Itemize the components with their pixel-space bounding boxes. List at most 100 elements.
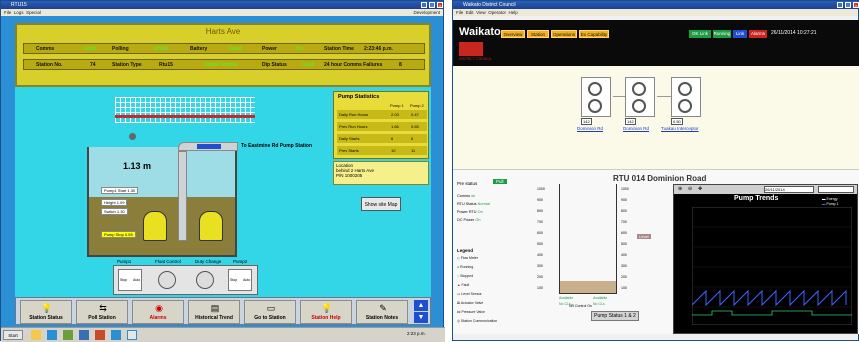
taskbar-app-icon[interactable] <box>127 330 137 340</box>
dip-status-value: Good <box>302 62 315 68</box>
close-icon[interactable]: x <box>853 2 859 8</box>
scroll-up-icon[interactable]: ▲ <box>414 300 428 311</box>
pump-2-icon[interactable] <box>199 211 223 241</box>
power-value: On <box>296 46 303 52</box>
pump-icon <box>678 99 692 113</box>
nav-overview[interactable]: Overview <box>501 30 525 38</box>
menu-logs[interactable]: Logs <box>14 10 24 15</box>
station-status-button[interactable]: 💡 Station Status <box>20 300 72 324</box>
show-site-map-button[interactable]: Show site Map <box>361 197 401 211</box>
start-button[interactable]: Start <box>3 330 23 340</box>
minimize-icon[interactable]: _ <box>837 2 843 8</box>
status-ok-link[interactable]: OK Link <box>689 30 711 38</box>
status-alarms[interactable]: Alarms <box>749 30 767 38</box>
pump-stage-1-value: 142 <box>581 118 592 125</box>
station-no-value: 74 <box>90 62 96 68</box>
pump-stage-3-link[interactable]: Tuakau Interceptor <box>661 126 699 131</box>
status-running[interactable]: Running <box>713 30 731 38</box>
menu-edit[interactable]: Edit <box>466 10 474 15</box>
pan-icon[interactable]: ✥ <box>698 186 702 192</box>
rtu-title: RTU 014 Dominion Road <box>613 174 707 183</box>
flow-meter-icon: ◇ <box>457 256 460 260</box>
menu-file[interactable]: File <box>4 10 11 15</box>
menu-development[interactable]: Development <box>413 9 443 16</box>
pump-stage-3[interactable] <box>671 77 701 117</box>
control-label-duty: Duty Change <box>195 259 222 264</box>
scroll-down-icon[interactable]: ▼ <box>414 312 428 323</box>
pump-stage-1-link[interactable]: Dominion Rd <box>577 126 603 131</box>
folder-icon: ▭ <box>266 303 276 313</box>
menu-help[interactable]: Help <box>509 10 518 15</box>
pump1-switch[interactable]: Stop Auto <box>118 269 142 291</box>
pre-status-value[interactable]: Pull <box>493 179 507 184</box>
nav-ex-capability[interactable]: Ex Capability <box>579 30 609 38</box>
pump-stage-2[interactable] <box>625 77 655 117</box>
pre-status-label: Pre status <box>457 181 478 186</box>
nav-station[interactable]: Station <box>527 30 549 38</box>
station-time-value: 2:23:46 p.m. <box>364 46 393 52</box>
taskbar-app-icon[interactable] <box>31 330 41 340</box>
float-control-dial-icon[interactable] <box>158 271 176 289</box>
brand-sub: DISTRICT COUNCIL <box>459 57 492 61</box>
header-datetime: 26/11/2014 10:27:21 <box>771 30 817 36</box>
menu-view[interactable]: View <box>476 10 486 15</box>
level-chart: 1000 900 800 700 600 500 400 300 200 100 1000 900 8… <box>537 184 667 306</box>
battery-label: Battery <box>190 46 208 52</box>
wet-well-fill <box>560 281 616 293</box>
menu-special[interactable]: Special <box>26 10 41 15</box>
maximize-icon[interactable]: □ <box>429 2 435 8</box>
minimize-icon[interactable]: _ <box>421 2 427 8</box>
trend-range-select[interactable] <box>818 186 854 193</box>
pump-status-button[interactable]: Pump Status 1 & 2 <box>591 311 639 321</box>
level-axis-right: 1000 900 800 700 600 500 400 300 200 100 <box>621 187 629 290</box>
poll-station-button[interactable]: ⇆ Poll Station <box>76 300 128 324</box>
app-header: Waikato DISTRICT COUNCIL Overview Statio… <box>453 20 859 66</box>
pump-stats-row: Prev Run Hours 1.66 0.65 <box>337 122 427 131</box>
railing-grid <box>115 97 255 123</box>
control-label-pump2: Pump2 <box>233 259 248 264</box>
flow-arrow-icon <box>197 144 221 149</box>
taskbar-app-icon[interactable] <box>47 330 57 340</box>
historical-trend-button[interactable]: ▤ Historical Trend <box>188 300 240 324</box>
float-switch-icon <box>129 133 136 140</box>
station-status-value: Station Normal <box>204 62 238 68</box>
power-label: Power <box>262 46 278 52</box>
taskbar-app-icon[interactable] <box>111 330 121 340</box>
pump-stage-2-link[interactable]: Dominion Rd <box>623 126 649 131</box>
station-help-button[interactable]: 💡 Station Help <box>300 300 352 324</box>
menu-operator[interactable]: Operator <box>488 10 506 15</box>
brand-logo-icon <box>459 42 483 56</box>
pump-1-icon[interactable] <box>143 211 167 241</box>
close-icon[interactable]: x <box>437 2 443 8</box>
pump-stats-row: Daily Starts 6 6 <box>337 134 427 143</box>
go-to-station-button[interactable]: ▭ Go to Station <box>244 300 296 324</box>
nav-operations[interactable]: Operations <box>551 30 577 38</box>
menu-bar: File Edit View Operator Help <box>453 9 858 16</box>
pump2-switch[interactable]: Stop Auto <box>228 269 252 291</box>
battery-value: Good <box>229 46 242 52</box>
station-notes-button[interactable]: ✎ Station Notes <box>356 300 408 324</box>
taskbar-app-icon[interactable] <box>63 330 73 340</box>
pump-stage-1[interactable] <box>581 77 611 117</box>
maximize-icon[interactable]: □ <box>845 2 851 8</box>
station-name: Harts Ave <box>205 27 241 36</box>
location-line2: P/N 1000205 <box>336 173 363 179</box>
fault-icon: ▲ <box>457 283 461 287</box>
zoom-in-icon[interactable]: ⊕ <box>678 186 682 192</box>
duty-change-dial-icon[interactable] <box>196 271 214 289</box>
comms-label: Comms <box>36 46 55 52</box>
zoom-out-icon[interactable]: ⊖ <box>688 186 692 192</box>
available-1: Available <box>559 296 574 300</box>
menu-file[interactable]: File <box>456 10 463 15</box>
station-type-label: Station Type <box>112 62 142 68</box>
alarms-button[interactable]: ◉ Alarms <box>132 300 184 324</box>
station-no-label: Station No. <box>36 62 63 68</box>
pump-stage-2-value: 142 <box>625 118 636 125</box>
legend-actuator-valve: ⊠ Actuator Valve <box>457 301 484 305</box>
pump-station-scene: 1.13 m To Eastmine Rd Pump Station Pump1… <box>15 87 431 297</box>
taskbar-app-icon[interactable] <box>79 330 89 340</box>
wet-well-tank <box>559 184 617 294</box>
taskbar-app-icon[interactable] <box>95 330 105 340</box>
status-link[interactable]: Link <box>733 30 747 38</box>
trend-date-field[interactable]: 26/11/2014 <box>764 186 814 193</box>
